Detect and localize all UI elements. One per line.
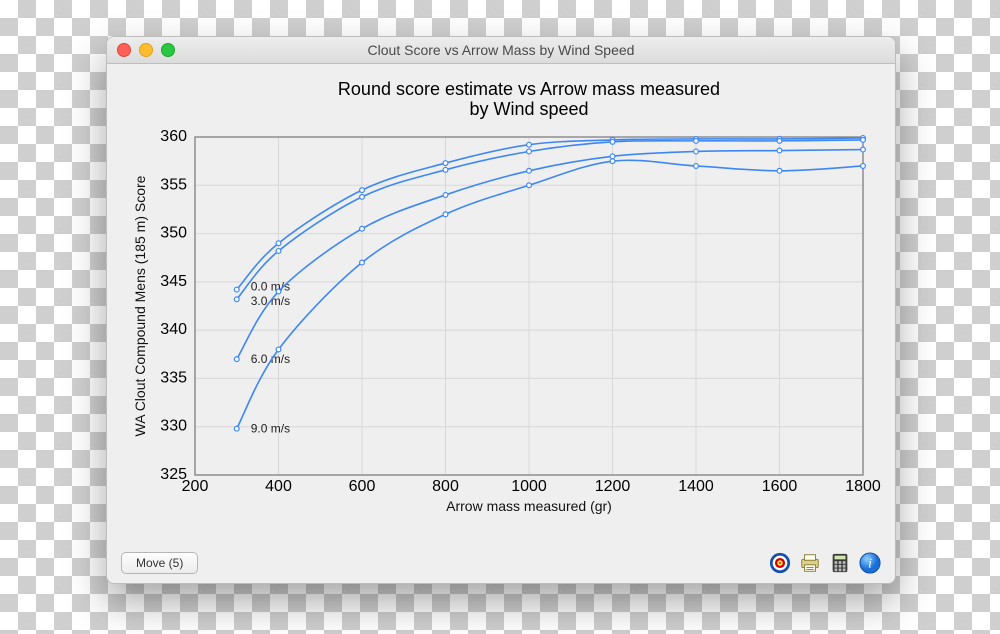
app-window: Clout Score vs Arrow Mass by Wind Speed … xyxy=(106,36,896,584)
data-point xyxy=(360,260,365,265)
data-point xyxy=(861,147,866,152)
x-tick-label: 600 xyxy=(349,478,376,495)
data-point xyxy=(527,142,532,147)
data-point xyxy=(777,138,782,143)
series-line xyxy=(237,160,863,428)
x-tick-label: 400 xyxy=(265,478,292,495)
data-point xyxy=(443,161,448,166)
info-icon[interactable]: i xyxy=(859,552,881,574)
data-point xyxy=(777,168,782,173)
window-title: Clout Score vs Arrow Mass by Wind Speed xyxy=(107,42,895,58)
svg-text:i: i xyxy=(868,556,872,571)
data-point xyxy=(276,241,281,246)
data-point xyxy=(694,138,699,143)
data-point xyxy=(360,188,365,193)
data-point xyxy=(861,137,866,142)
print-icon[interactable] xyxy=(799,552,821,574)
data-point xyxy=(276,249,281,254)
chart-title: by Wind speed xyxy=(469,99,588,119)
y-tick-label: 330 xyxy=(160,418,187,435)
series-line xyxy=(237,150,863,360)
series-label: 9.0 m/s xyxy=(251,422,290,436)
data-point xyxy=(610,159,615,164)
calculator-icon[interactable] xyxy=(829,552,851,574)
data-point xyxy=(527,183,532,188)
y-tick-label: 355 xyxy=(160,176,187,193)
data-point xyxy=(527,149,532,154)
y-tick-label: 335 xyxy=(160,369,187,386)
chart-title: Round score estimate vs Arrow mass measu… xyxy=(338,79,720,99)
target-icon[interactable] xyxy=(769,552,791,574)
y-axis-label: WA Clout Compound Mens (185 m) Score xyxy=(132,175,148,436)
data-point xyxy=(360,194,365,199)
data-point xyxy=(861,164,866,169)
chart-svg: Round score estimate vs Arrow mass measu… xyxy=(117,71,885,535)
data-point xyxy=(777,148,782,153)
data-point xyxy=(694,149,699,154)
data-point xyxy=(234,357,239,362)
data-point xyxy=(276,347,281,352)
x-tick-label: 1400 xyxy=(678,478,714,495)
data-point xyxy=(443,193,448,198)
y-tick-label: 345 xyxy=(160,273,187,290)
x-axis-label: Arrow mass measured (gr) xyxy=(446,498,612,514)
x-tick-label: 800 xyxy=(432,478,459,495)
data-point xyxy=(443,167,448,172)
data-point xyxy=(234,426,239,431)
data-point xyxy=(694,164,699,169)
y-tick-label: 340 xyxy=(160,321,187,338)
series-label: 6.0 m/s xyxy=(251,352,290,366)
x-tick-label: 1600 xyxy=(762,478,798,495)
y-tick-label: 360 xyxy=(160,128,187,145)
data-point xyxy=(610,139,615,144)
data-point xyxy=(276,289,281,294)
series-line xyxy=(237,140,863,299)
x-tick-label: 1200 xyxy=(595,478,631,495)
x-tick-label: 1800 xyxy=(845,478,881,495)
chart: Round score estimate vs Arrow mass measu… xyxy=(117,71,885,535)
data-point xyxy=(360,226,365,231)
move-button[interactable]: Move (5) xyxy=(121,552,198,574)
footer-icons: i xyxy=(769,552,881,574)
data-point xyxy=(234,287,239,292)
data-point xyxy=(234,297,239,302)
footer-bar: Move (5) i xyxy=(107,543,895,583)
data-point xyxy=(443,212,448,217)
data-point xyxy=(527,168,532,173)
titlebar: Clout Score vs Arrow Mass by Wind Speed xyxy=(107,37,895,64)
y-tick-label: 325 xyxy=(160,466,187,483)
data-point xyxy=(610,154,615,159)
x-tick-label: 1000 xyxy=(511,478,547,495)
y-tick-label: 350 xyxy=(160,225,187,242)
